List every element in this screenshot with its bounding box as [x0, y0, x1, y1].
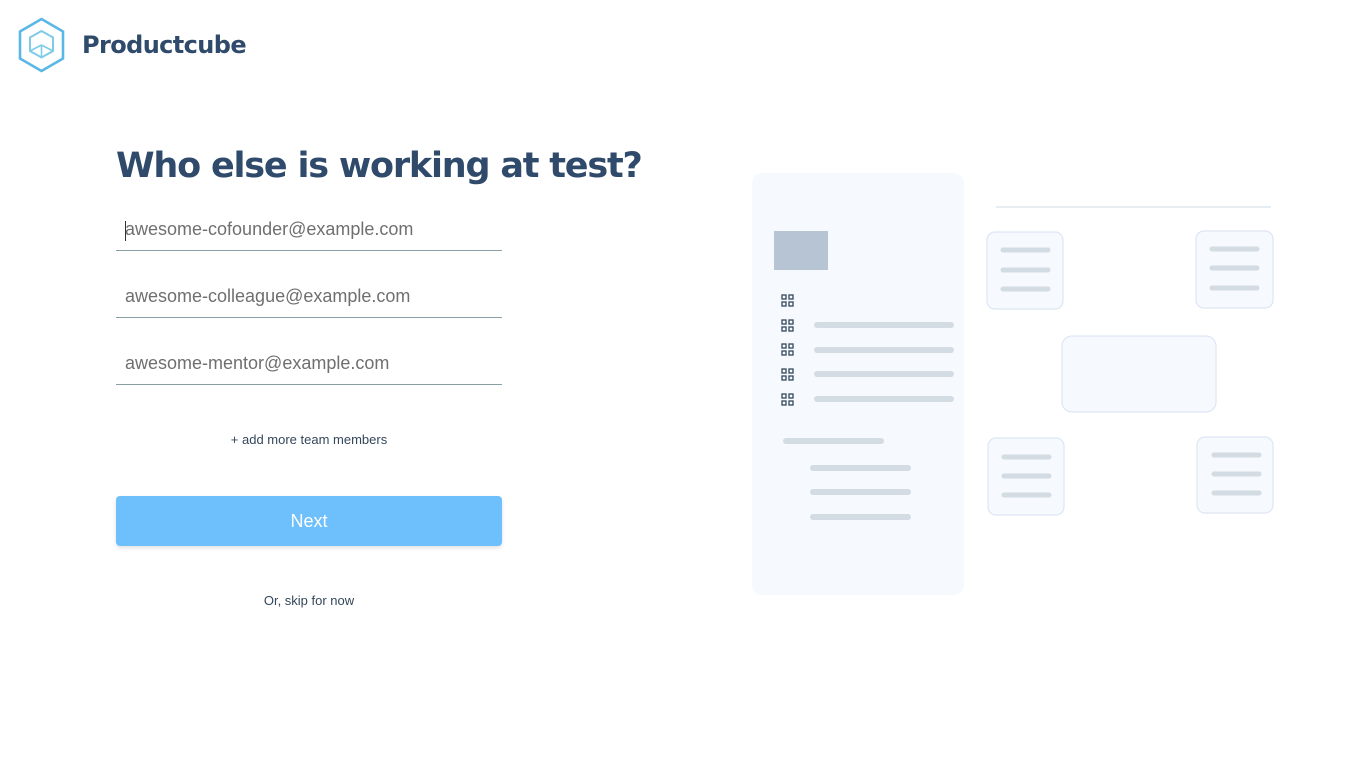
text-caret — [125, 221, 126, 241]
mentor-email-field-wrapper — [116, 343, 502, 385]
add-more-team-members-link[interactable]: + add more team members — [116, 432, 502, 447]
mentor-email-field[interactable] — [116, 343, 502, 384]
cube-hexagon-icon — [18, 17, 65, 73]
cofounder-email-field[interactable] — [116, 209, 502, 250]
next-button[interactable]: Next — [116, 496, 502, 546]
colleague-email-field-wrapper — [116, 276, 502, 318]
colleague-email-field[interactable] — [116, 276, 502, 317]
cofounder-email-field-wrapper — [116, 209, 502, 251]
team-illustration — [752, 173, 1274, 595]
brand-name: Productcube — [82, 31, 247, 59]
skip-for-now-link[interactable]: Or, skip for now — [116, 593, 502, 608]
brand-logo[interactable]: Productcube — [17, 17, 247, 73]
page-title: Who else is working at test? — [116, 146, 643, 186]
illustration-avatar-block — [774, 231, 828, 270]
